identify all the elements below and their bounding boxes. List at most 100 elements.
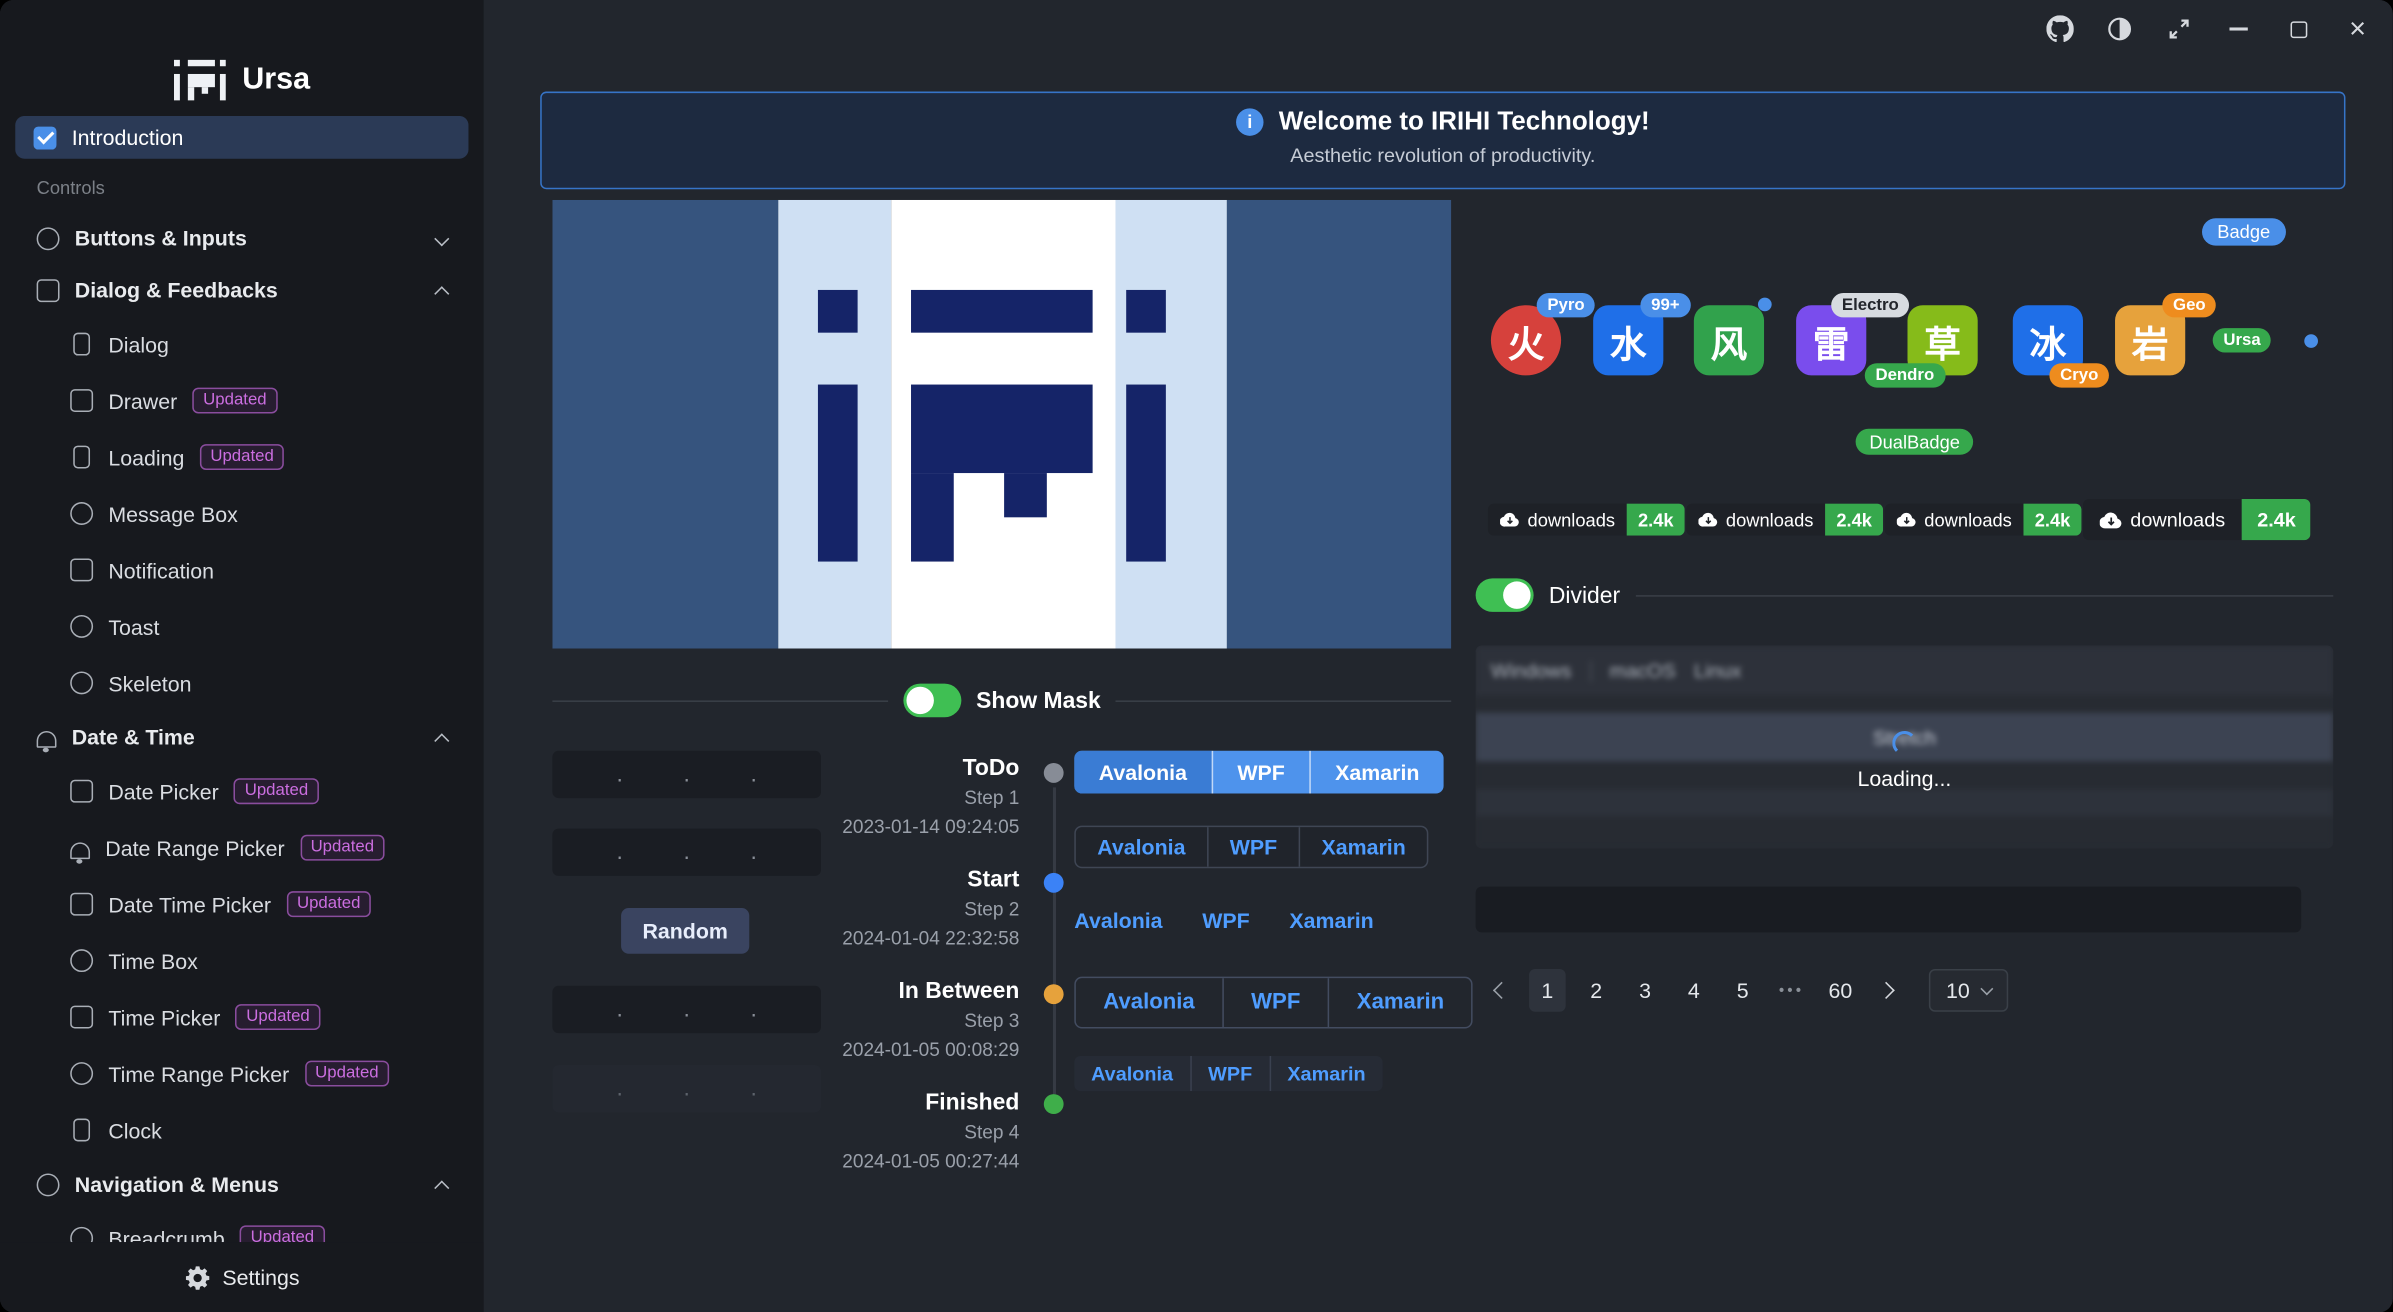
buttons-inputs-icon (37, 227, 60, 250)
xamarin-button[interactable]: Xamarin (1269, 1056, 1382, 1091)
grass-char: 草 (1924, 314, 1961, 367)
gear-icon (184, 1264, 210, 1290)
page-button-2[interactable]: 2 (1578, 969, 1615, 1012)
fire-char: 火 (1508, 314, 1545, 367)
divider-toggle[interactable] (1476, 578, 1534, 612)
sidebar-item-message-box[interactable]: Message Box (15, 485, 468, 541)
toggle-knob (1503, 581, 1530, 608)
avalonia-button[interactable]: Avalonia (1074, 751, 1211, 794)
sidebar-item-time-range-picker[interactable]: Time Range Picker Updated (15, 1045, 468, 1101)
main-content: × i Welcome to IRIHI Technology! Aesthet… (484, 0, 2393, 1312)
introduction-icon (34, 126, 57, 149)
dot-separator: . (751, 839, 757, 865)
sidebar-item-label: Message Box (108, 501, 237, 525)
divider-line (552, 700, 887, 702)
fullscreen-button[interactable] (2162, 12, 2196, 46)
time-box-icon (70, 949, 93, 972)
sidebar-item-date-time-picker[interactable]: Date Time Picker Updated (15, 876, 468, 932)
thunder-char: 雷 (1813, 314, 1850, 367)
sidebar-section-buttons-inputs[interactable]: Buttons & Inputs (15, 212, 468, 264)
chevron-up-icon (434, 285, 449, 300)
settings-label: Settings (222, 1265, 299, 1289)
avalonia-button[interactable]: Avalonia (1074, 900, 1162, 940)
sidebar-item-breadcrumb[interactable]: Breadcrumb Updated (15, 1210, 468, 1242)
cloud-download-icon (2100, 510, 2123, 528)
downloads-count: 2.4k (1826, 504, 1883, 536)
settings-button[interactable]: Settings (0, 1242, 484, 1312)
wpf-button[interactable]: WPF (1222, 978, 1328, 1027)
previous-page-button[interactable] (1480, 969, 1517, 1012)
timeline-dot-finished (1044, 1094, 1064, 1114)
sidebar-item-drawer[interactable]: Drawer Updated (15, 372, 468, 428)
page-button-3[interactable]: 3 (1627, 969, 1664, 1012)
xamarin-button[interactable]: Xamarin (1309, 751, 1444, 794)
github-button[interactable] (2043, 12, 2077, 46)
page-button-1[interactable]: 1 (1529, 969, 1566, 1012)
page-button-5[interactable]: 5 (1724, 969, 1761, 1012)
sidebar-section-dialog-feedbacks[interactable]: Dialog & Feedbacks (15, 264, 468, 316)
sidebar-item-introduction[interactable]: Introduction (15, 116, 468, 159)
theme-toggle-button[interactable] (2103, 12, 2137, 46)
xamarin-button[interactable]: Xamarin (1289, 900, 1373, 940)
timeline-step-time: 2024-01-05 00:08:29 (797, 1036, 1020, 1065)
ip-box-input[interactable]: ... (552, 751, 821, 798)
sidebar-section-navigation-menus[interactable]: Navigation & Menus (15, 1158, 468, 1210)
sidebar-section-date-time[interactable]: Date & Time (15, 711, 468, 763)
sidebar-item-label: Introduction (72, 125, 184, 149)
info-glyph: i (1247, 111, 1252, 132)
avalonia-button[interactable]: Avalonia (1076, 978, 1222, 1027)
show-mask-toggle[interactable] (903, 684, 961, 718)
text-input[interactable] (1476, 887, 2302, 933)
ice-char: 冰 (2030, 314, 2067, 367)
sidebar-item-label: Date Picker (108, 779, 218, 803)
avalonia-button[interactable]: Avalonia (1076, 827, 1207, 867)
next-page-button[interactable] (1871, 969, 1908, 1012)
xamarin-button[interactable]: Xamarin (1299, 827, 1428, 867)
avalonia-button[interactable]: Avalonia (1074, 1056, 1190, 1091)
close-button[interactable]: × (2341, 12, 2375, 46)
wpf-button[interactable]: WPF (1202, 900, 1249, 940)
dot-separator: . (751, 1076, 757, 1102)
sidebar-item-clock[interactable]: Clock (15, 1102, 468, 1158)
page-button-60[interactable]: 60 (1822, 969, 1859, 1012)
info-icon: i (1236, 108, 1263, 135)
notification-icon (70, 559, 93, 582)
timeline-line (1053, 787, 1056, 1094)
electro-badge: Electro (1831, 293, 1909, 317)
welcome-banner: i Welcome to IRIHI Technology! Aesthetic… (540, 92, 2345, 190)
maximize-button[interactable] (2281, 12, 2315, 46)
chevron-up-icon (434, 1180, 449, 1195)
page-button-4[interactable]: 4 (1676, 969, 1713, 1012)
wpf-button[interactable]: WPF (1190, 1056, 1269, 1091)
page-size-select[interactable]: 10 (1929, 969, 2008, 1012)
sidebar-item-loading[interactable]: Loading Updated (15, 429, 468, 485)
ip-box-input[interactable]: ... (552, 829, 821, 876)
pagination: 1 2 3 4 5 ••• 60 10 (1480, 969, 2008, 1012)
xamarin-button[interactable]: Xamarin (1328, 978, 1472, 1027)
ip-box-input-disabled[interactable]: ... (552, 1065, 821, 1112)
timeline-dot-in-between (1044, 984, 1064, 1004)
sidebar-item-date-picker[interactable]: Date Picker Updated (15, 763, 468, 819)
sidebar-item-toast[interactable]: Toast (15, 598, 468, 654)
downloads-count: 2.4k (2242, 499, 2311, 540)
sidebar-item-skeleton[interactable]: Skeleton (15, 655, 468, 711)
sidebar-item-date-range-picker[interactable]: Date Range Picker Updated (15, 819, 468, 875)
sidebar-item-time-box[interactable]: Time Box (15, 932, 468, 988)
wpf-button[interactable]: WPF (1207, 827, 1299, 867)
timeline-step-title: ToDo (797, 754, 1020, 785)
updated-badge: Updated (234, 778, 319, 804)
wpf-button[interactable]: WPF (1211, 751, 1309, 794)
ip-box-input[interactable]: ... (552, 986, 821, 1033)
updated-badge: Updated (286, 891, 371, 917)
loading-text: Loading... (1858, 766, 1952, 790)
ursa-logo-icon (174, 59, 226, 100)
sidebar-item-notification[interactable]: Notification (15, 542, 468, 598)
sidebar-item-time-picker[interactable]: Time Picker Updated (15, 989, 468, 1045)
timeline-step: ToDo Step 1 2023-01-14 09:24:05 (797, 754, 1020, 843)
timeline-step-label: Step 2 (797, 896, 1020, 925)
loading-spinner-icon (1892, 731, 1916, 755)
sidebar-item-dialog[interactable]: Dialog (15, 316, 468, 372)
minimize-button[interactable] (2222, 12, 2256, 46)
timeline-step-time: 2024-01-05 00:27:44 (797, 1148, 1020, 1177)
random-button[interactable]: Random (621, 908, 749, 954)
